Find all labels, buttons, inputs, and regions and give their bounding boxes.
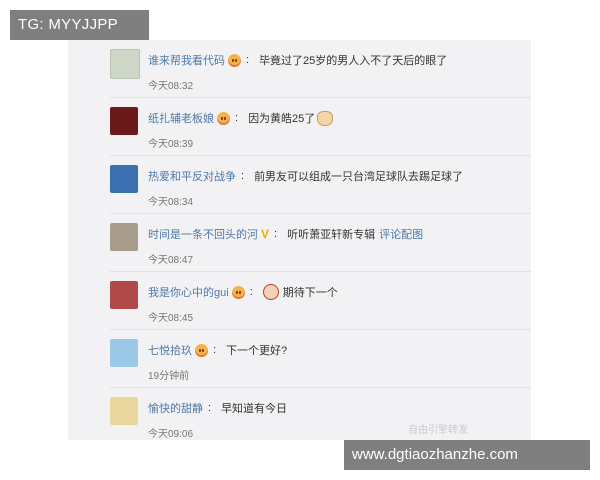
comment-text: 下一个更好? xyxy=(226,345,288,357)
colon-separator: : xyxy=(274,228,278,240)
avatar[interactable] xyxy=(110,339,138,367)
comment-text: 期待下一个 xyxy=(282,287,338,299)
comment-text: 听听萧亚轩新专辑 xyxy=(287,229,376,241)
timestamp: 19分钟前 xyxy=(148,371,190,382)
avatar[interactable] xyxy=(110,49,140,79)
avatar[interactable] xyxy=(110,165,138,193)
comment-item: 我是你心中的gui : 期待下一个 今天08:45 xyxy=(68,272,531,330)
avatar[interactable] xyxy=(110,397,138,425)
username-link[interactable]: 纸扎辅老板娘 xyxy=(148,110,214,126)
comment-item: 七悦拾玖 : 下一个更好? 19分钟前 xyxy=(68,330,531,388)
timestamp: 今天08:45 xyxy=(148,313,194,324)
comment-text: 前男友可以组成一只台湾足球队去踢足球了 xyxy=(254,171,464,183)
colon-separator: : xyxy=(213,344,217,356)
comment-list: 谁来帮我看代码 : 毕竟过了25岁的男人入不了天后的眼了 今天08:32 纸扎辅… xyxy=(68,40,531,440)
overlay-label-top-left: TG: MYYJJPP xyxy=(10,10,149,40)
comment-item: 谁来帮我看代码 : 毕竟过了25岁的男人入不了天后的眼了 今天08:32 xyxy=(68,40,531,98)
face-emoji-icon xyxy=(262,284,279,300)
comment-text: 因为黄皓25了 xyxy=(248,113,316,125)
timestamp: 今天09:06 xyxy=(148,429,194,440)
username-link[interactable]: 时间是一条不回头的河 xyxy=(148,226,258,242)
avatar[interactable] xyxy=(110,107,138,135)
comment-text: 早知道有今日 xyxy=(221,403,288,415)
comment-text: 毕竟过了25岁的男人入不了天后的眼了 xyxy=(259,55,448,67)
colon-separator: : xyxy=(235,112,239,124)
timestamp: 今天08:34 xyxy=(148,197,194,208)
cat-emoji-icon xyxy=(317,110,334,126)
timestamp: 今天08:32 xyxy=(148,81,194,92)
username-link[interactable]: 谁来帮我看代码 xyxy=(148,52,225,68)
colon-separator: : xyxy=(246,54,250,66)
colon-separator: : xyxy=(241,170,245,182)
colon-separator: : xyxy=(208,402,212,414)
avatar[interactable] xyxy=(110,281,138,309)
overlay-label-bottom-right: www.dgtiaozhanzhe.com xyxy=(344,440,590,470)
username-link[interactable]: 七悦拾玖 xyxy=(148,342,192,358)
timestamp: 今天08:39 xyxy=(148,139,194,150)
v-verified-icon: V xyxy=(261,227,270,241)
emoji-badge-icon xyxy=(231,285,245,299)
comment-image-link[interactable]: 评论配图 xyxy=(379,226,423,242)
username-link[interactable]: 愉快的甜静 xyxy=(148,400,203,416)
emoji-badge-icon xyxy=(228,53,241,67)
username-link[interactable]: 热爱和平反对战争 xyxy=(148,168,236,184)
comment-item: 热爱和平反对战争 : 前男友可以组成一只台湾足球队去踢足球了 今天08:34 xyxy=(68,156,531,214)
emoji-badge-icon xyxy=(195,343,208,357)
watermark-text: 自由引擎转发 xyxy=(408,425,468,436)
emoji-badge-icon xyxy=(217,111,230,125)
comment-item: 时间是一条不回头的河 V : 听听萧亚轩新专辑 评论配图 今天08:47 xyxy=(68,214,531,272)
timestamp: 今天08:47 xyxy=(148,255,194,266)
username-link[interactable]: 我是你心中的gui xyxy=(148,284,229,300)
avatar[interactable] xyxy=(110,223,138,251)
colon-separator: : xyxy=(249,286,253,298)
comment-item: 纸扎辅老板娘 : 因为黄皓25了 今天08:39 xyxy=(68,98,531,156)
